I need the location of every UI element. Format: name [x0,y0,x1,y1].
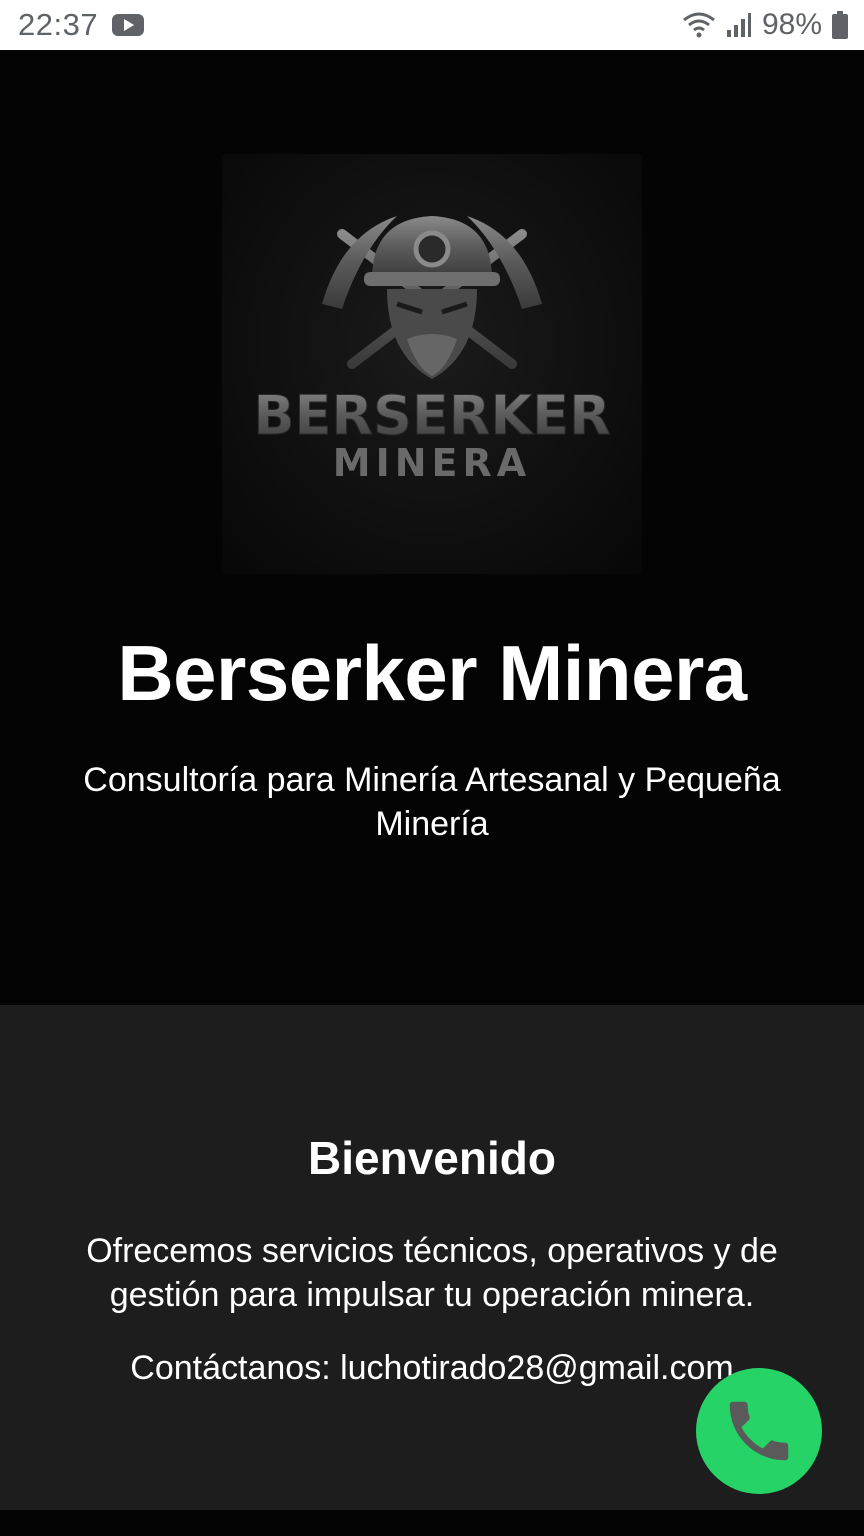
hero-title: Berserker Minera [117,629,747,717]
hero-section: BERSERKER MINERA Berserker Minera Consul… [0,50,864,1005]
company-logo: BERSERKER MINERA [222,154,642,574]
status-bar: 22:37 98% [0,0,864,50]
status-right: 98% [682,8,848,42]
status-time: 22:37 [18,7,99,42]
battery-icon [832,11,848,39]
status-left: 22:37 [18,7,145,43]
logo-line1: BERSERKER [253,384,610,447]
bottom-section [0,1510,864,1536]
youtube-icon [112,14,145,36]
call-button[interactable] [696,1368,822,1494]
battery-percentage: 98% [761,8,822,41]
welcome-text: Ofrecemos servicios técnicos, operativos… [86,1232,778,1314]
phone-icon [729,1401,789,1461]
wifi-icon [683,12,715,38]
signal-icon [726,13,751,37]
hero-subtitle: Consultoría para Minería Artesanal y Peq… [83,761,781,843]
welcome-title: Bienvenido [308,1132,556,1184]
miner-logo-icon: BERSERKER MINERA [253,216,611,485]
logo-line2: MINERA [333,441,531,485]
